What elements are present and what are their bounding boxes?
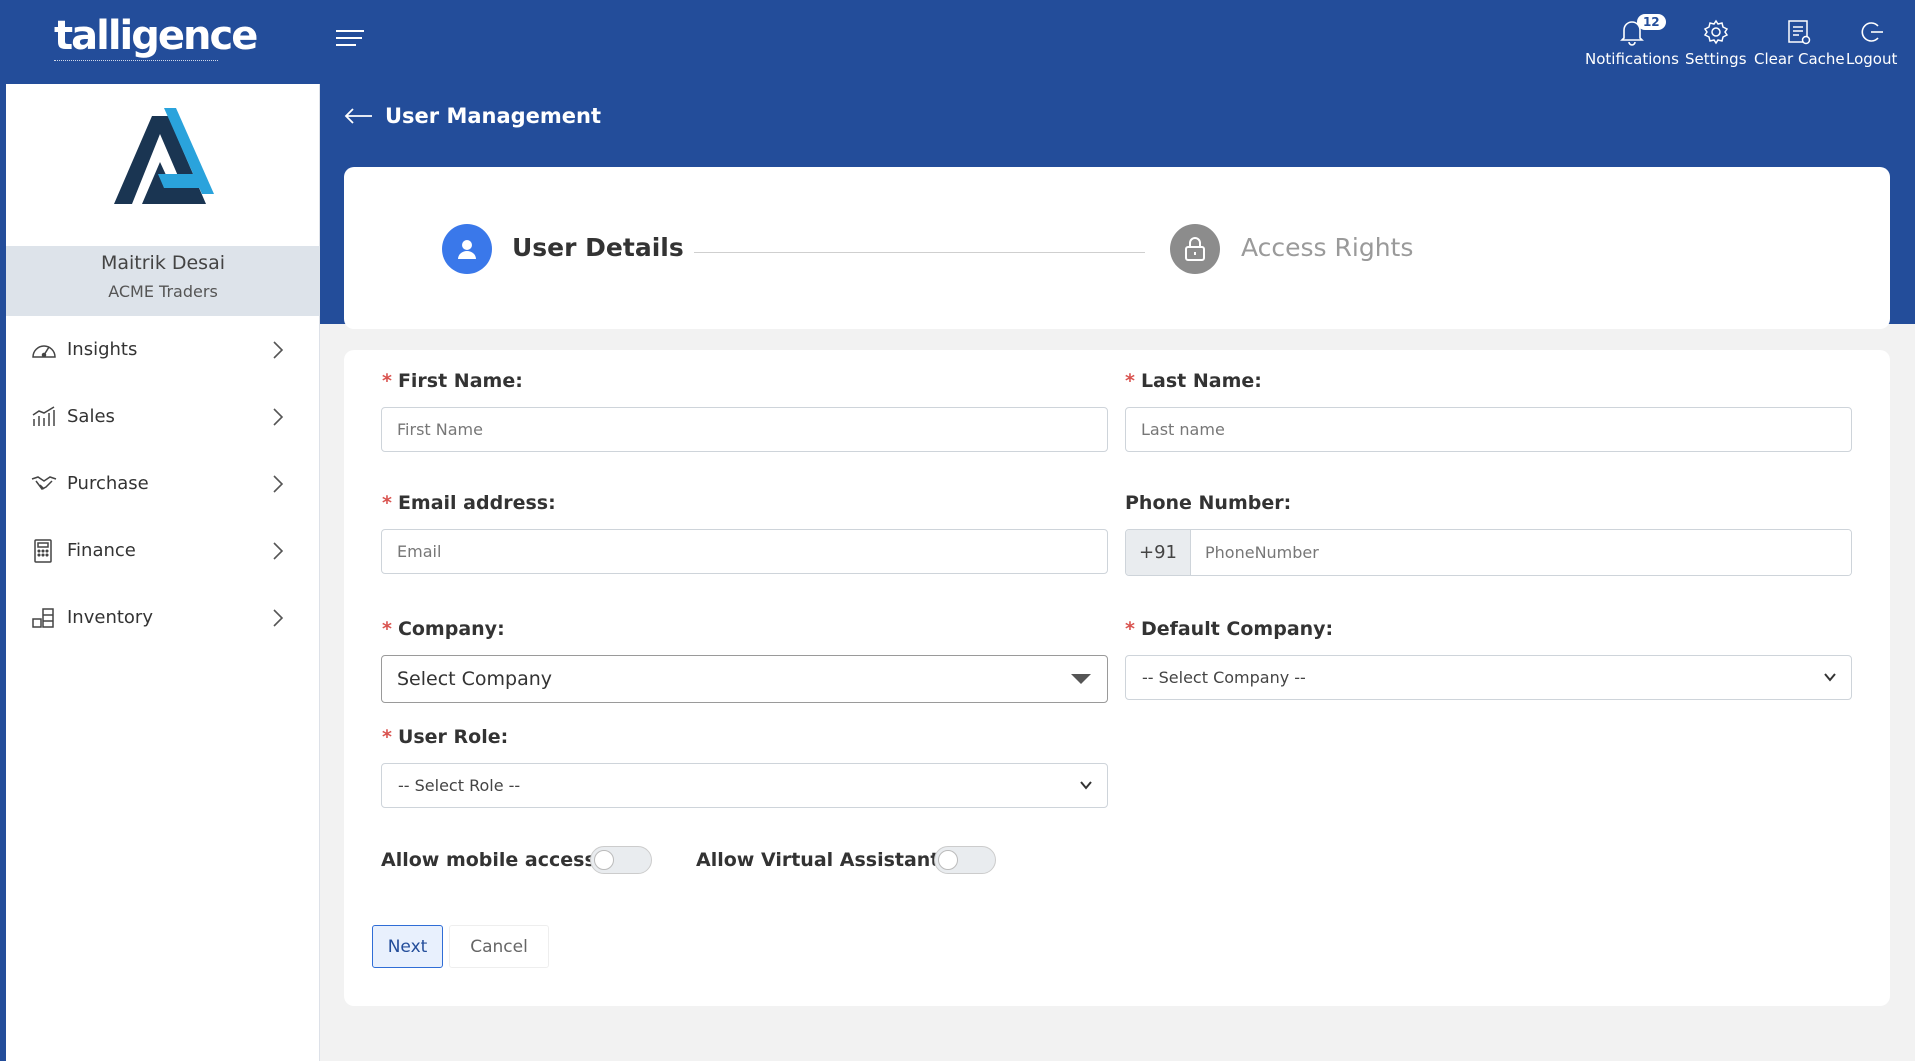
sidebar-item-purchase[interactable]: Purchase bbox=[6, 450, 320, 517]
chevron-right-icon bbox=[273, 341, 284, 359]
user-company: ACME Traders bbox=[108, 282, 218, 301]
user-name: Maitrik Desai bbox=[100, 252, 226, 274]
notifications-label: Notifications bbox=[1585, 50, 1679, 68]
chevron-right-icon bbox=[273, 609, 284, 627]
sidebar: Maitrik Desai ACME Traders Insights Sale… bbox=[0, 84, 320, 1061]
user-role-label-text: User Role: bbox=[397, 726, 509, 748]
virtual-assistant-label: Allow Virtual Assistant? bbox=[696, 849, 951, 871]
logout-button[interactable]: Logout bbox=[1846, 16, 1897, 68]
default-company-select-value: -- Select Company -- bbox=[1142, 668, 1306, 687]
sidebar-item-label: Sales bbox=[67, 406, 115, 427]
clear-cache-button[interactable]: Clear Cache bbox=[1754, 16, 1845, 68]
user-icon bbox=[458, 240, 476, 259]
logout-label: Logout bbox=[1846, 50, 1898, 68]
page-title: User Management bbox=[385, 104, 602, 128]
chevron-right-icon bbox=[273, 475, 284, 493]
power-icon bbox=[1859, 16, 1885, 48]
notifications-button[interactable]: 12 Notifications bbox=[1585, 14, 1679, 68]
required-marker: * bbox=[382, 492, 392, 514]
phone-number-field[interactable] bbox=[1191, 530, 1851, 575]
hamburger-icon[interactable] bbox=[336, 30, 364, 48]
handshake-icon bbox=[31, 475, 57, 490]
clear-cache-label: Clear Cache bbox=[1754, 50, 1845, 68]
mobile-access-label: Allow mobile access? bbox=[381, 849, 607, 871]
chevron-down-icon bbox=[1824, 673, 1836, 682]
step-access-rights-label[interactable]: Access Rights bbox=[1241, 233, 1413, 262]
step-access-rights-indicator[interactable] bbox=[1170, 224, 1220, 274]
toggle-knob bbox=[594, 850, 614, 870]
document-icon bbox=[1786, 16, 1812, 48]
company-select-value: Select Company bbox=[397, 668, 553, 690]
step-user-details-label[interactable]: User Details bbox=[512, 233, 684, 262]
phone-label: Phone Number: bbox=[1125, 492, 1292, 514]
last-name-field[interactable] bbox=[1125, 407, 1852, 452]
default-company-label: * Default Company: bbox=[1125, 618, 1333, 640]
email-field[interactable] bbox=[381, 529, 1108, 574]
bell-icon: 12 bbox=[1619, 14, 1666, 48]
user-profile: Maitrik Desai ACME Traders bbox=[6, 246, 320, 316]
bar-chart-icon bbox=[32, 405, 55, 426]
first-name-label: * First Name: bbox=[382, 370, 523, 392]
chevron-right-icon bbox=[273, 408, 284, 426]
user-role-label: * User Role: bbox=[382, 726, 508, 748]
virtual-assistant-toggle[interactable] bbox=[934, 846, 996, 874]
required-marker: * bbox=[382, 370, 392, 392]
top-navbar: talligence 12 Notifications Settings Cle… bbox=[0, 0, 1915, 84]
sidebar-item-label: Insights bbox=[67, 339, 138, 360]
brand-tagline-graphic bbox=[54, 60, 218, 63]
sidebar-menu: Insights Sales Purchase Finance Inventor… bbox=[6, 316, 320, 651]
last-name-label: * Last Name: bbox=[1125, 370, 1262, 392]
last-name-label-text: Last Name: bbox=[1140, 370, 1262, 392]
stepper-connector bbox=[694, 252, 1145, 253]
stepper-card: User Details Access Rights bbox=[344, 167, 1890, 329]
lock-icon bbox=[1185, 237, 1205, 261]
first-name-field[interactable] bbox=[381, 407, 1108, 452]
sidebar-item-label: Finance bbox=[67, 540, 136, 561]
step-user-details-indicator[interactable] bbox=[442, 224, 492, 274]
toggle-knob bbox=[938, 850, 958, 870]
cancel-button[interactable]: Cancel bbox=[449, 925, 549, 968]
required-marker: * bbox=[382, 726, 392, 748]
company-logo bbox=[102, 96, 222, 216]
email-label-text: Email address: bbox=[397, 492, 556, 514]
settings-button[interactable]: Settings bbox=[1685, 16, 1747, 68]
user-details-form: *First Name: *Last Name: *Email address:… bbox=[344, 350, 1890, 1006]
chevron-down-icon bbox=[1080, 781, 1092, 790]
company-select[interactable]: Select Company bbox=[381, 655, 1108, 703]
phone-input-group: +91 bbox=[1125, 529, 1852, 576]
mobile-access-toggle[interactable] bbox=[590, 846, 652, 874]
sidebar-item-sales[interactable]: Sales bbox=[6, 383, 320, 450]
required-marker: * bbox=[382, 618, 392, 640]
chevron-right-icon bbox=[273, 542, 284, 560]
notification-count-badge: 12 bbox=[1636, 14, 1666, 30]
sidebar-item-label: Inventory bbox=[67, 607, 153, 628]
sidebar-item-inventory[interactable]: Inventory bbox=[6, 584, 320, 651]
calculator-icon bbox=[34, 538, 52, 563]
sidebar-item-label: Purchase bbox=[67, 473, 149, 494]
speedometer-icon bbox=[32, 344, 56, 358]
user-role-select-value: -- Select Role -- bbox=[398, 776, 521, 795]
company-label-text: Company: bbox=[397, 618, 505, 640]
required-marker: * bbox=[1125, 618, 1135, 640]
first-name-label-text: First Name: bbox=[397, 370, 523, 392]
sidebar-item-insights[interactable]: Insights bbox=[6, 316, 320, 383]
company-label: * Company: bbox=[382, 618, 505, 640]
required-marker: * bbox=[1125, 370, 1135, 392]
email-label: * Email address: bbox=[382, 492, 556, 514]
boxes-icon bbox=[32, 607, 54, 628]
arrow-left-icon[interactable] bbox=[344, 104, 374, 132]
default-company-select[interactable]: -- Select Company -- bbox=[1125, 655, 1852, 700]
default-company-label-text: Default Company: bbox=[1140, 618, 1334, 640]
next-button[interactable]: Next bbox=[372, 925, 443, 968]
sidebar-item-finance[interactable]: Finance bbox=[6, 517, 320, 584]
gear-icon bbox=[1702, 16, 1730, 48]
caret-down-icon bbox=[1071, 674, 1091, 684]
brand-logo[interactable]: talligence bbox=[54, 16, 258, 56]
phone-country-code: +91 bbox=[1126, 530, 1191, 575]
user-role-select[interactable]: -- Select Role -- bbox=[381, 763, 1108, 808]
settings-label: Settings bbox=[1685, 50, 1747, 68]
